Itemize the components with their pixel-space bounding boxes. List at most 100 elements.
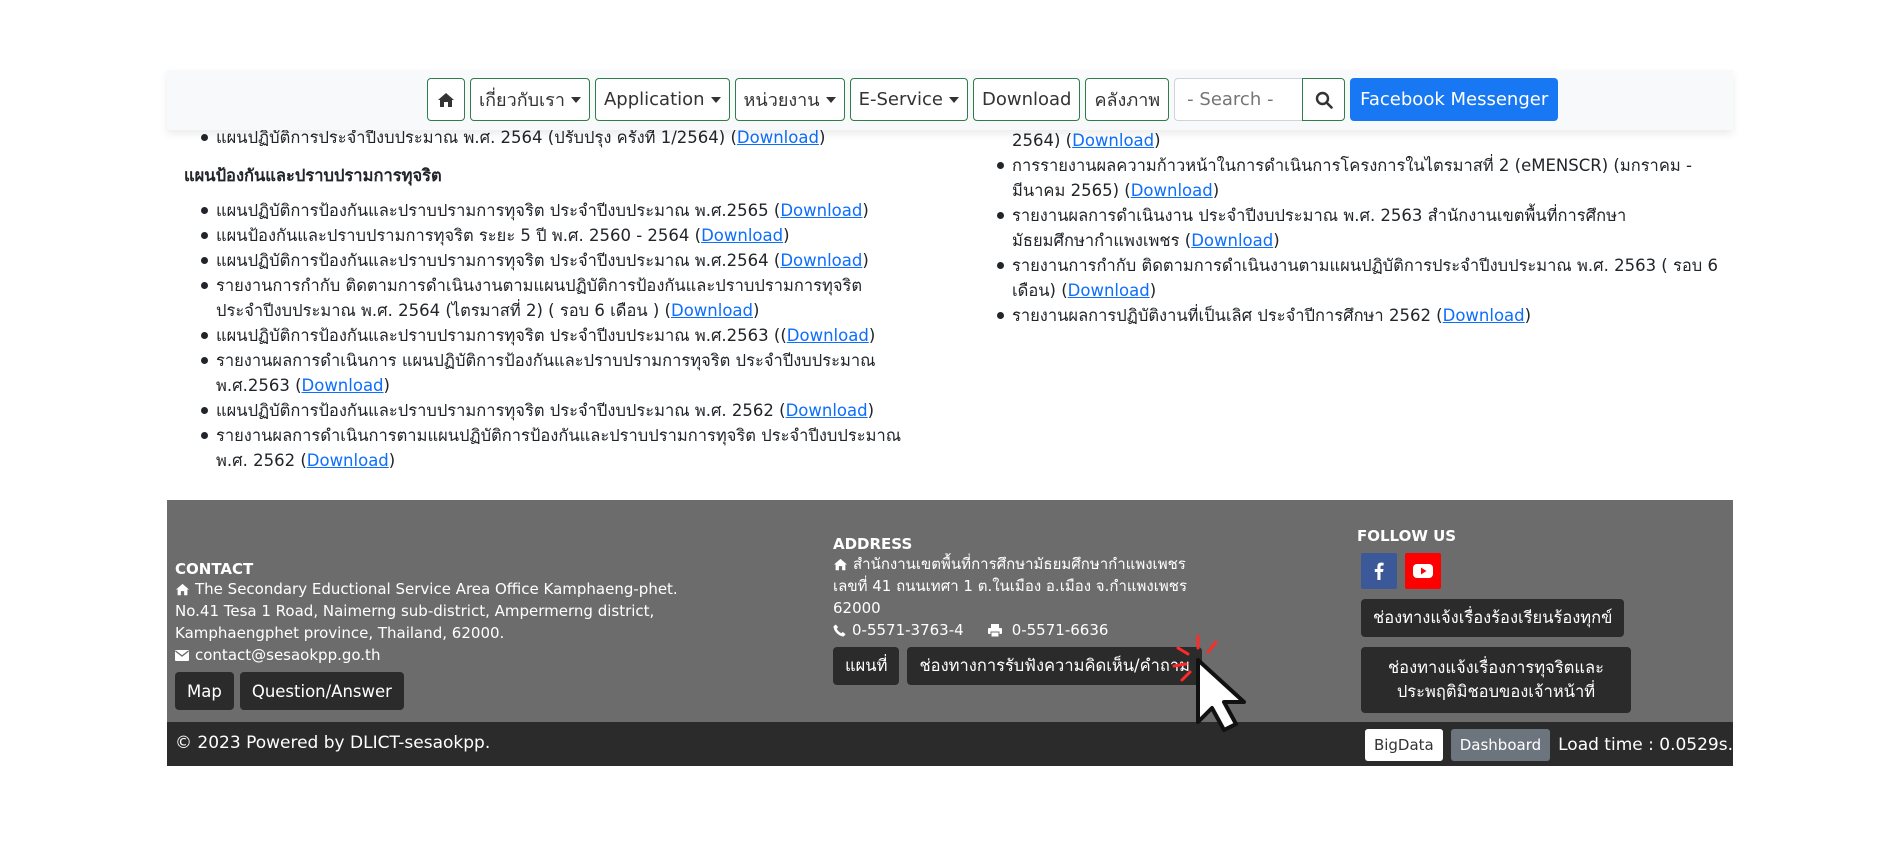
download-link[interactable]: Download (701, 226, 783, 245)
fax-number: 0-5571-6636 (1011, 621, 1109, 639)
nav-gallery-label: คลังภาพ (1094, 90, 1161, 111)
facebook-icon (1374, 562, 1384, 580)
youtube-link[interactable] (1405, 553, 1441, 589)
question-answer-button[interactable]: Question/Answer (239, 672, 404, 710)
list-item: รายงานการกำกับ ติดตามการดำเนินงานตามแผนป… (980, 253, 1725, 303)
download-link[interactable]: Download (1068, 281, 1150, 300)
list-item-continuation: 2564) (Download) (980, 128, 1725, 153)
home-icon (176, 583, 189, 595)
contact-email: contact@sesaokpp.go.th (175, 644, 775, 666)
nav-application-dropdown[interactable]: Application (594, 78, 730, 121)
download-link[interactable]: Download (786, 401, 868, 420)
facebook-messenger-button[interactable]: Facebook Messenger (1350, 78, 1559, 121)
list-item-text: รายงานการกำกับ ติดตามการดำเนินงานตามแผนป… (216, 276, 863, 320)
list-item: รายงานผลการดำเนินการตามแผนปฏิบัติการป้อง… (184, 423, 944, 473)
nav-download-label: Download (981, 89, 1072, 110)
footer: CONTACT The Secondary Eductional Service… (167, 500, 1733, 722)
facebook-link[interactable] (1361, 553, 1397, 589)
map-th-button[interactable]: แผนที่ (833, 647, 900, 685)
download-link[interactable]: Download (1443, 306, 1525, 325)
list-item: รายงานผลการดำเนินการ แผนปฏิบัติการป้องกั… (184, 348, 944, 398)
corruption-report-button[interactable]: ช่องทางแจ้งเรื่องการทุจริตและประพฤติมิชอ… (1361, 647, 1631, 713)
address-line: เลขที่ 41 ถนนเทศา 1 ต.ในเมือง อ.เมือง จ.… (833, 577, 1188, 617)
home-icon (834, 558, 847, 570)
nav-units-label: หน่วยงาน (743, 90, 820, 111)
search-input[interactable] (1174, 78, 1303, 121)
list-item-tail: ) (868, 326, 876, 345)
report-list: การรายงานผลความก้าวหน้าในการดำเนินการโคร… (980, 153, 1725, 328)
list-item-tail: ) (1524, 306, 1532, 325)
caret-down-icon (570, 96, 581, 103)
complaint-channel-button[interactable]: ช่องทางแจ้งเรื่องร้องเรียนร้องทุกข์ (1361, 599, 1625, 637)
contact-address: No.41 Tesa 1 Road, Naimerng sub-district… (175, 602, 655, 642)
footer-follow: FOLLOW US ช่องทางแจ้งเรื่องร้องเรียนร้อง… (1357, 527, 1657, 713)
left-content-column: แผนปฏิบัติการประจำปีงบประมาณ พ.ศ. 2564 (… (184, 125, 944, 473)
address-org-text: สำนักงานเขตพื้นที่การศึกษามัธยมศึกษากำแพ… (853, 555, 1186, 573)
bigdata-button[interactable]: BigData (1364, 729, 1443, 761)
top-navbar: เกี่ยวกับเรา Application หน่วยงาน E-Serv… (167, 70, 1733, 130)
load-time-text: Load time : 0.0529s. (1558, 735, 1733, 755)
feedback-channel-button[interactable]: ช่องทางการรับฟังความคิดเห็น/คำถาม (907, 647, 1203, 685)
search-icon (1315, 91, 1333, 109)
home-button[interactable] (427, 78, 465, 121)
list-item: แผนปฏิบัติการป้องกันและปราบปรามการทุจริต… (184, 398, 944, 423)
search-group (1174, 78, 1346, 121)
nav-about-dropdown[interactable]: เกี่ยวกับเรา (470, 78, 590, 121)
nav-eservice-label: E-Service (858, 89, 943, 110)
list-item-text: รายงานผลการดำเนินงาน ประจำปีงบประมาณ พ.ศ… (1012, 206, 1627, 250)
list-item: แผนป้องกันและปราบปรามการทุจริต ระยะ 5 ปี… (184, 223, 944, 248)
contact-org: The Secondary Eductional Service Area Of… (175, 578, 775, 600)
list-item: แผนปฏิบัติการป้องกันและปราบปรามการทุจริต… (184, 198, 944, 223)
download-link[interactable]: Download (307, 451, 389, 470)
list-item-tail: ) (753, 301, 760, 320)
download-link[interactable]: Download (1191, 231, 1273, 250)
right-content-column: 2564) (Download) การรายงานผลความก้าวหน้า… (980, 128, 1725, 328)
download-link[interactable]: Download (737, 128, 819, 147)
phone-number: 0-5571-3763-4 (852, 621, 964, 639)
list-item-tail: ) (1154, 131, 1161, 150)
list-item-tail: ) (1273, 231, 1280, 250)
list-item: แผนปฏิบัติการป้องกันและปราบปรามการทุจริต… (184, 248, 944, 273)
contact-email-text: contact@sesaokpp.go.th (195, 646, 381, 664)
envelope-icon (175, 649, 189, 661)
contact-org-text: The Secondary Eductional Service Area Of… (195, 580, 678, 598)
download-link[interactable]: Download (1072, 131, 1154, 150)
list-item-text: แผนปฏิบัติการป้องกันและปราบปรามการทุจริต… (216, 201, 781, 220)
caret-down-icon (825, 96, 836, 103)
footer-bottom-bar: © 2023 Powered by DLICT-sesaokpp. BigDat… (167, 722, 1733, 766)
caret-down-icon (948, 96, 959, 103)
list-item: รายงานผลการดำเนินงาน ประจำปีงบประมาณ พ.ศ… (980, 203, 1725, 253)
list-item: การรายงานผลความก้าวหน้าในการดำเนินการโคร… (980, 153, 1725, 203)
nav-about-label: เกี่ยวกับเรา (479, 90, 565, 111)
anticorruption-list: แผนปฏิบัติการป้องกันและปราบปรามการทุจริต… (184, 198, 944, 473)
nav-gallery-button[interactable]: คลังภาพ (1085, 78, 1170, 121)
download-link[interactable]: Download (780, 201, 862, 220)
nav-application-label: Application (603, 89, 705, 110)
list-item-tail: ) (388, 451, 396, 470)
nav-eservice-dropdown[interactable]: E-Service (849, 78, 968, 121)
download-link[interactable]: Download (302, 376, 384, 395)
download-link[interactable]: Download (780, 251, 862, 270)
footer-contact: CONTACT The Secondary Eductional Service… (175, 560, 775, 710)
address-title: ADDRESS (833, 535, 913, 553)
section-title: แผนป้องกันและปราบปรามการทุจริต (184, 166, 442, 185)
list-item-text: การรายงานผลความก้าวหน้าในการดำเนินการโคร… (1012, 156, 1692, 200)
nav-units-dropdown[interactable]: หน่วยงาน (734, 78, 845, 121)
caret-down-icon (710, 96, 721, 103)
dashboard-button[interactable]: Dashboard (1450, 729, 1551, 761)
list-item: รายงานการกำกับ ติดตามการดำเนินงานตามแผนป… (184, 273, 944, 323)
download-link[interactable]: Download (1131, 181, 1213, 200)
phone-icon (833, 623, 846, 637)
list-item-tail: ) (383, 376, 390, 395)
list-item: รายงานผลการปฏิบัติงานที่เป็นเลิศ ประจำปี… (980, 303, 1725, 328)
list-item: แผนปฏิบัติการป้องกันและปราบปรามการทุจริต… (184, 323, 944, 348)
mouse-cursor-icon (1170, 630, 1280, 744)
social-links (1361, 553, 1657, 589)
contact-buttons: Map Question/Answer (175, 672, 775, 710)
download-link[interactable]: Download (671, 301, 753, 320)
search-button[interactable] (1302, 78, 1346, 121)
download-link[interactable]: Download (787, 326, 869, 345)
map-button[interactable]: Map (175, 672, 234, 710)
list-item-text: 2564) ( (1012, 131, 1073, 150)
nav-download-button[interactable]: Download (972, 78, 1081, 121)
